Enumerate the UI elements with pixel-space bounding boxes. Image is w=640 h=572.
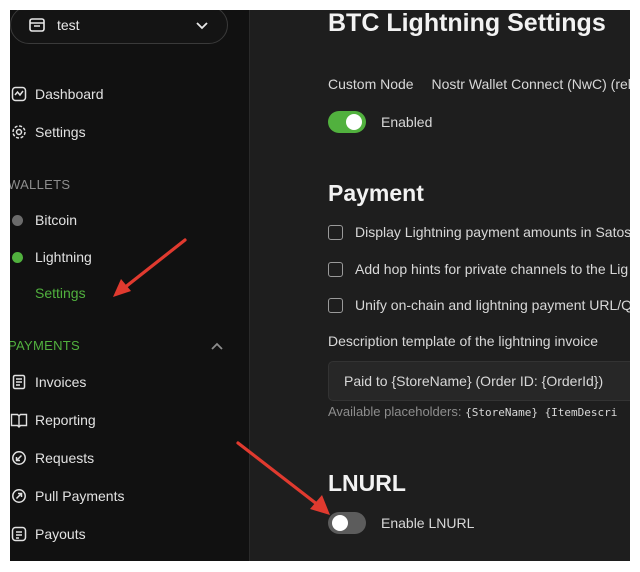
sidebar-item-label: Dashboard — [35, 86, 104, 102]
dashboard-icon — [10, 85, 28, 103]
sidebar-item-lightning-settings[interactable]: Settings — [35, 281, 86, 305]
sidebar-item-label: Payouts — [35, 526, 86, 542]
lnurl-heading: LNURL — [328, 470, 406, 496]
payments-section-label: PAYMENTS — [10, 338, 80, 353]
app-window: test Dashboard Settings WALLETS Bitcoin … — [10, 10, 630, 561]
placeholders-codes: {StoreName} {ItemDescri — [465, 406, 618, 419]
sidebar-item-label: Reporting — [35, 412, 96, 428]
sidebar-item-dashboard[interactable]: Dashboard — [10, 82, 104, 106]
pull-payment-icon — [10, 487, 28, 505]
sidebar-item-lightning[interactable]: Lightning — [10, 245, 92, 269]
payment-heading: Payment — [328, 180, 424, 206]
toggle-knob — [346, 114, 362, 130]
status-dot — [12, 251, 23, 263]
placeholders-label: Available placeholders: — [328, 404, 462, 419]
main-content: BTC Lightning Settings Custom Node Nostr… — [251, 10, 630, 561]
enabled-label: Enabled — [381, 114, 433, 130]
tab-custom-node[interactable]: Custom Node — [328, 76, 414, 92]
sidebar-item-settings[interactable]: Settings — [10, 120, 86, 144]
lnurl-toggle-label: Enable LNURL — [381, 515, 475, 531]
tab-nostr-wallet-connect[interactable]: Nostr Wallet Connect (NwC) (rela — [431, 76, 630, 92]
enabled-toggle[interactable] — [328, 111, 366, 133]
toggle-knob — [332, 515, 348, 531]
sidebar-item-label: Settings — [35, 124, 86, 140]
checkbox-row[interactable]: Display Lightning payment amounts in Sat… — [328, 222, 630, 242]
sidebar-item-label: Bitcoin — [35, 212, 78, 228]
placeholders-help: Available placeholders: {StoreName} {Ite… — [328, 404, 617, 419]
checkbox[interactable] — [328, 297, 343, 313]
sidebar-item-label: Settings — [35, 285, 86, 301]
sidebar-item-requests[interactable]: Requests — [10, 446, 94, 470]
checkbox[interactable] — [328, 261, 343, 277]
checkbox-row[interactable]: Unify on-chain and lightning payment URL… — [328, 295, 630, 315]
chevron-up-icon[interactable] — [210, 340, 224, 354]
sidebar-item-label: Invoices — [35, 374, 87, 390]
invoice-icon — [10, 373, 28, 391]
payout-icon — [10, 525, 28, 543]
sidebar: test Dashboard Settings WALLETS Bitcoin … — [10, 10, 250, 561]
connection-tabs: Custom Node Nostr Wallet Connect (NwC) (… — [328, 76, 630, 92]
status-dot — [12, 214, 23, 226]
wallets-section-label: WALLETS — [10, 177, 71, 192]
checkbox-label: Unify on-chain and lightning payment URL… — [355, 297, 630, 313]
store-selector[interactable]: test — [10, 10, 228, 44]
store-name: test — [57, 17, 80, 33]
sidebar-item-reporting[interactable]: Reporting — [10, 408, 96, 432]
sidebar-item-invoices[interactable]: Invoices — [10, 370, 86, 394]
checkbox[interactable] — [328, 224, 343, 240]
checkbox-label: Add hop hints for private channels to th… — [355, 261, 629, 277]
checkbox-row[interactable]: Add hop hints for private channels to th… — [328, 259, 628, 279]
sidebar-item-label: Lightning — [35, 249, 92, 265]
book-icon — [10, 411, 28, 429]
sidebar-item-label: Pull Payments — [35, 488, 125, 504]
description-template-label: Description template of the lightning in… — [328, 333, 599, 349]
chevron-down-icon — [196, 22, 208, 30]
sidebar-item-payouts[interactable]: Payouts — [10, 522, 86, 546]
sidebar-item-label: Requests — [35, 450, 95, 466]
sidebar-item-pull-payments[interactable]: Pull Payments — [10, 484, 124, 508]
page-title: BTC Lightning Settings — [328, 10, 606, 37]
store-icon — [27, 15, 47, 35]
lnurl-toggle[interactable] — [328, 512, 366, 534]
gear-icon — [10, 123, 28, 141]
description-template-input[interactable]: Paid to {StoreName} (Order ID: {OrderId}… — [328, 361, 630, 401]
checkbox-label: Display Lightning payment amounts in Sat… — [355, 224, 630, 240]
request-icon — [10, 449, 28, 467]
sidebar-item-bitcoin[interactable]: Bitcoin — [10, 208, 77, 232]
